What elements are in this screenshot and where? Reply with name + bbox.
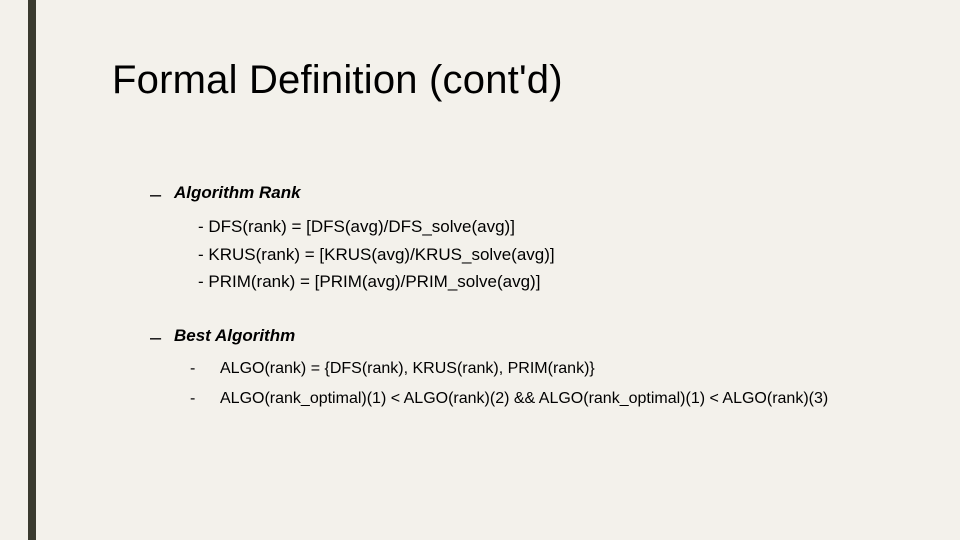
section-1-item: - DFS(rank) = [DFS(avg)/DFS_solve(avg)] <box>198 214 890 240</box>
section-2-item: - ALGO(rank_optimal)(1) < ALGO(rank)(2) … <box>190 387 890 412</box>
section-2-item-text: ALGO(rank_optimal)(1) < ALGO(rank)(2) &&… <box>220 387 890 412</box>
dash-bullet-icon: – <box>150 323 174 353</box>
hyphen-bullet-icon: - <box>190 387 220 412</box>
hyphen-bullet-icon: - <box>190 357 220 382</box>
section-1-header: – Algorithm Rank <box>150 180 890 210</box>
section-1-items: - DFS(rank) = [DFS(avg)/DFS_solve(avg)] … <box>198 214 890 295</box>
slide: Formal Definition (cont'd) – Algorithm R… <box>0 0 960 540</box>
section-1-heading: Algorithm Rank <box>174 180 301 210</box>
slide-body: – Algorithm Rank - DFS(rank) = [DFS(avg)… <box>150 180 890 418</box>
section-1-item: - KRUS(rank) = [KRUS(avg)/KRUS_solve(avg… <box>198 242 890 268</box>
accent-bar <box>28 0 36 540</box>
section-2-item-text: ALGO(rank) = {DFS(rank), KRUS(rank), PRI… <box>220 357 890 382</box>
dash-bullet-icon: – <box>150 180 174 210</box>
section-2-items: - ALGO(rank) = {DFS(rank), KRUS(rank), P… <box>190 357 890 413</box>
slide-title: Formal Definition (cont'd) <box>112 58 563 103</box>
section-2-heading: Best Algorithm <box>174 323 295 353</box>
section-1-item: - PRIM(rank) = [PRIM(avg)/PRIM_solve(avg… <box>198 269 890 295</box>
section-2-header: – Best Algorithm <box>150 323 890 353</box>
section-2-item: - ALGO(rank) = {DFS(rank), KRUS(rank), P… <box>190 357 890 382</box>
